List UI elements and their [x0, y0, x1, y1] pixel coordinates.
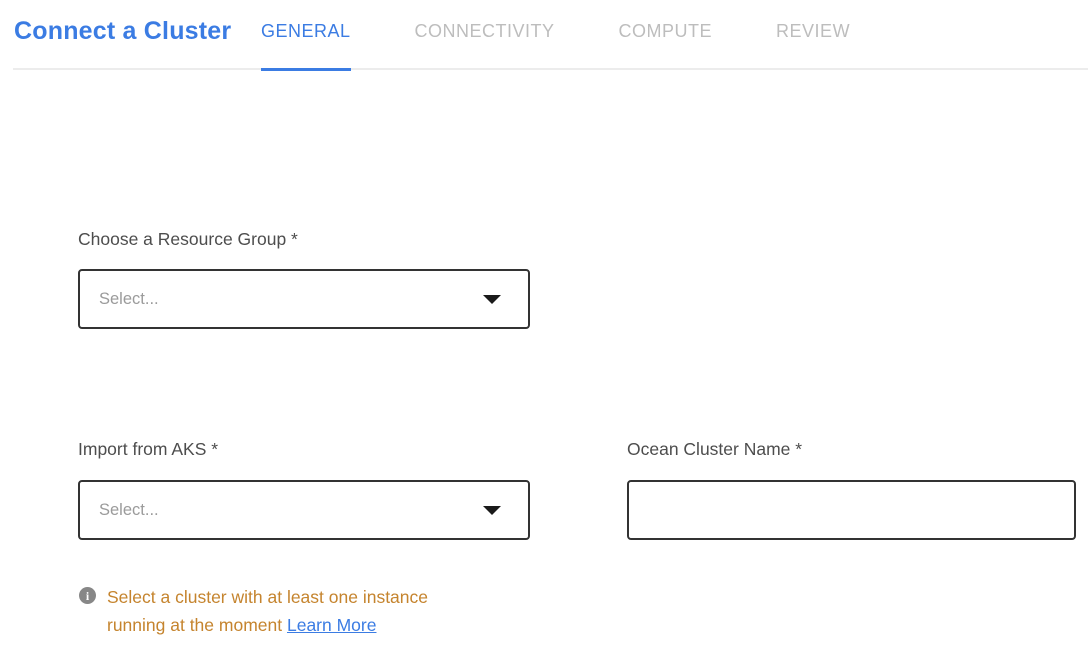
wizard-header: Connect a Cluster GENERAL CONNECTIVITY C…: [0, 0, 1088, 72]
wizard-tabs: GENERAL CONNECTIVITY COMPUTE REVIEW: [261, 21, 914, 72]
info-icon: i: [79, 587, 96, 604]
resource-group-select[interactable]: Select...: [78, 269, 530, 329]
page-title: Connect a Cluster: [14, 17, 231, 46]
caret-down-icon: [483, 295, 501, 304]
resource-group-label: Choose a Resource Group *: [78, 229, 298, 250]
tab-general[interactable]: GENERAL: [261, 21, 351, 72]
import-aks-select-placeholder: Select...: [99, 501, 159, 520]
resource-group-select-placeholder: Select...: [99, 290, 159, 309]
note-message: Select a cluster with at least one insta…: [107, 587, 428, 635]
tab-compute[interactable]: COMPUTE: [619, 21, 713, 72]
tab-review[interactable]: REVIEW: [776, 21, 850, 72]
learn-more-link[interactable]: Learn More: [287, 615, 377, 635]
tab-connectivity[interactable]: CONNECTIVITY: [415, 21, 555, 72]
import-aks-note-text: Select a cluster with at least one insta…: [107, 583, 475, 639]
ocean-cluster-name-input[interactable]: [627, 480, 1076, 540]
import-aks-select[interactable]: Select...: [78, 480, 530, 540]
import-aks-note: i Select a cluster with at least one ins…: [79, 583, 479, 639]
caret-down-icon: [483, 506, 501, 515]
import-aks-label: Import from AKS *: [78, 439, 218, 460]
ocean-cluster-name-label: Ocean Cluster Name *: [627, 439, 802, 460]
